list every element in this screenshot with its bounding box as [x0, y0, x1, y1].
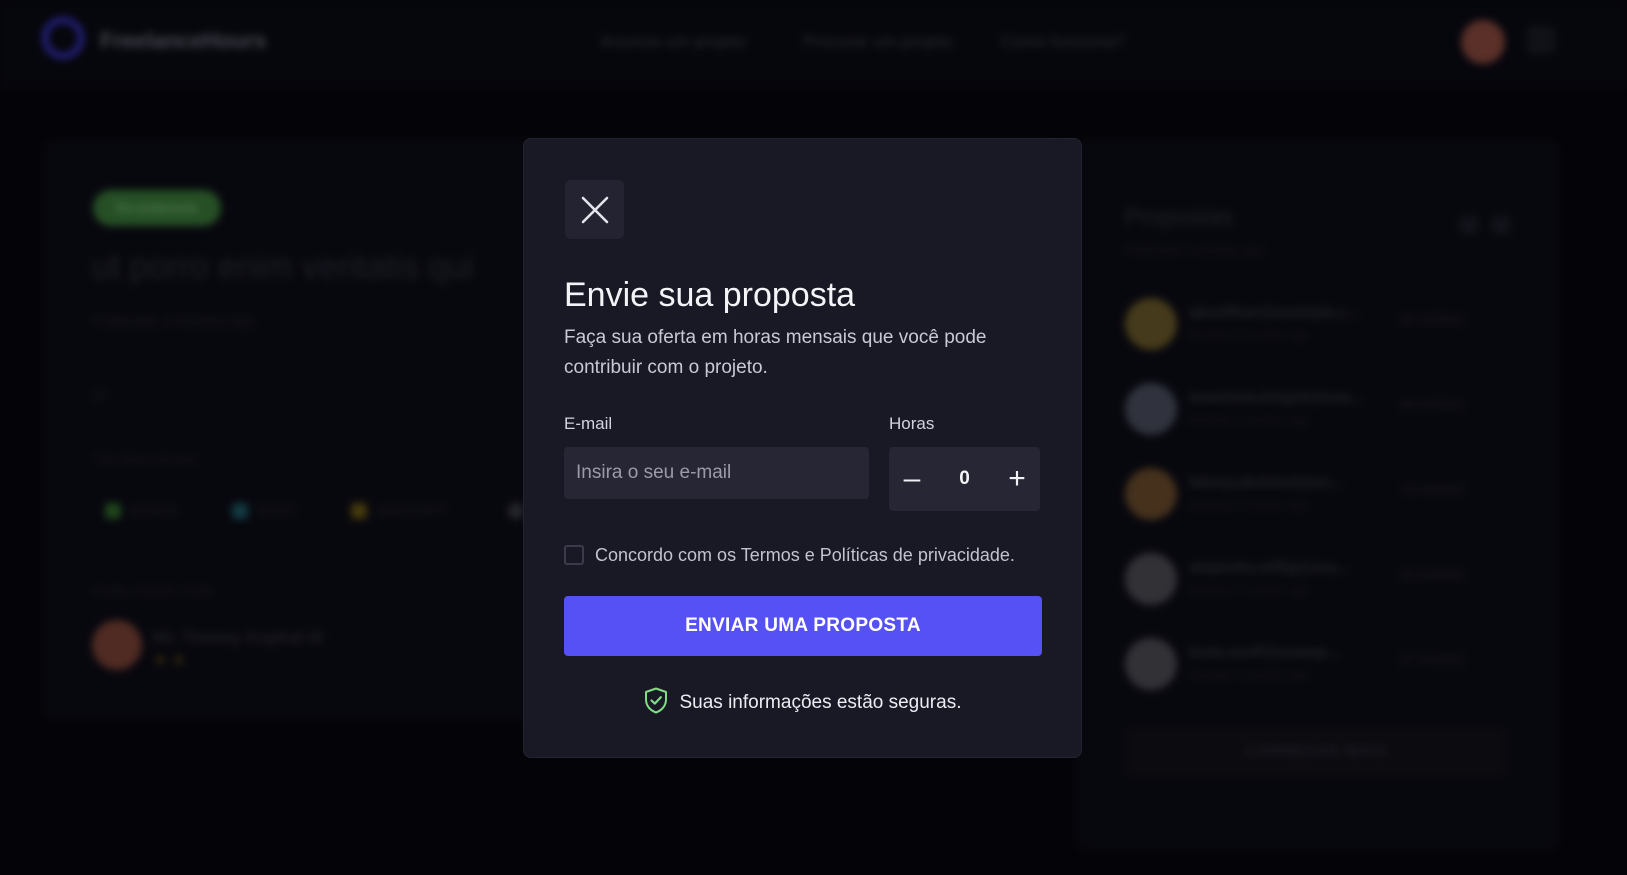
close-button[interactable]: [565, 180, 624, 239]
modal-title: Envie sua proposta: [564, 276, 856, 314]
hours-label: Horas: [889, 414, 935, 433]
email-label: E-mail: [564, 414, 613, 433]
hours-value: 0: [959, 468, 970, 489]
security-note: Suas informações estão seguras.: [524, 687, 1081, 719]
terms-row: Concordo com os Termos e Políticas de pr…: [564, 544, 1015, 566]
shield-check-icon: [644, 687, 668, 719]
terms-label[interactable]: Concordo com os Termos e Políticas de pr…: [595, 545, 1015, 566]
increment-hours-button[interactable]: +: [994, 447, 1040, 511]
terms-checkbox[interactable]: [564, 545, 584, 565]
close-icon: [581, 196, 608, 223]
proposal-modal: Envie sua proposta Faça sua oferta em ho…: [523, 138, 1082, 758]
security-text: Suas informações estão seguras.: [679, 692, 962, 713]
email-field[interactable]: [564, 447, 869, 499]
submit-proposal-button[interactable]: ENVIAR UMA PROPOSTA: [564, 596, 1042, 656]
decrement-hours-button[interactable]: –: [889, 447, 935, 511]
modal-description: Faça sua oferta em horas mensais que voc…: [564, 327, 987, 378]
hours-stepper: – 0 +: [889, 447, 1040, 511]
